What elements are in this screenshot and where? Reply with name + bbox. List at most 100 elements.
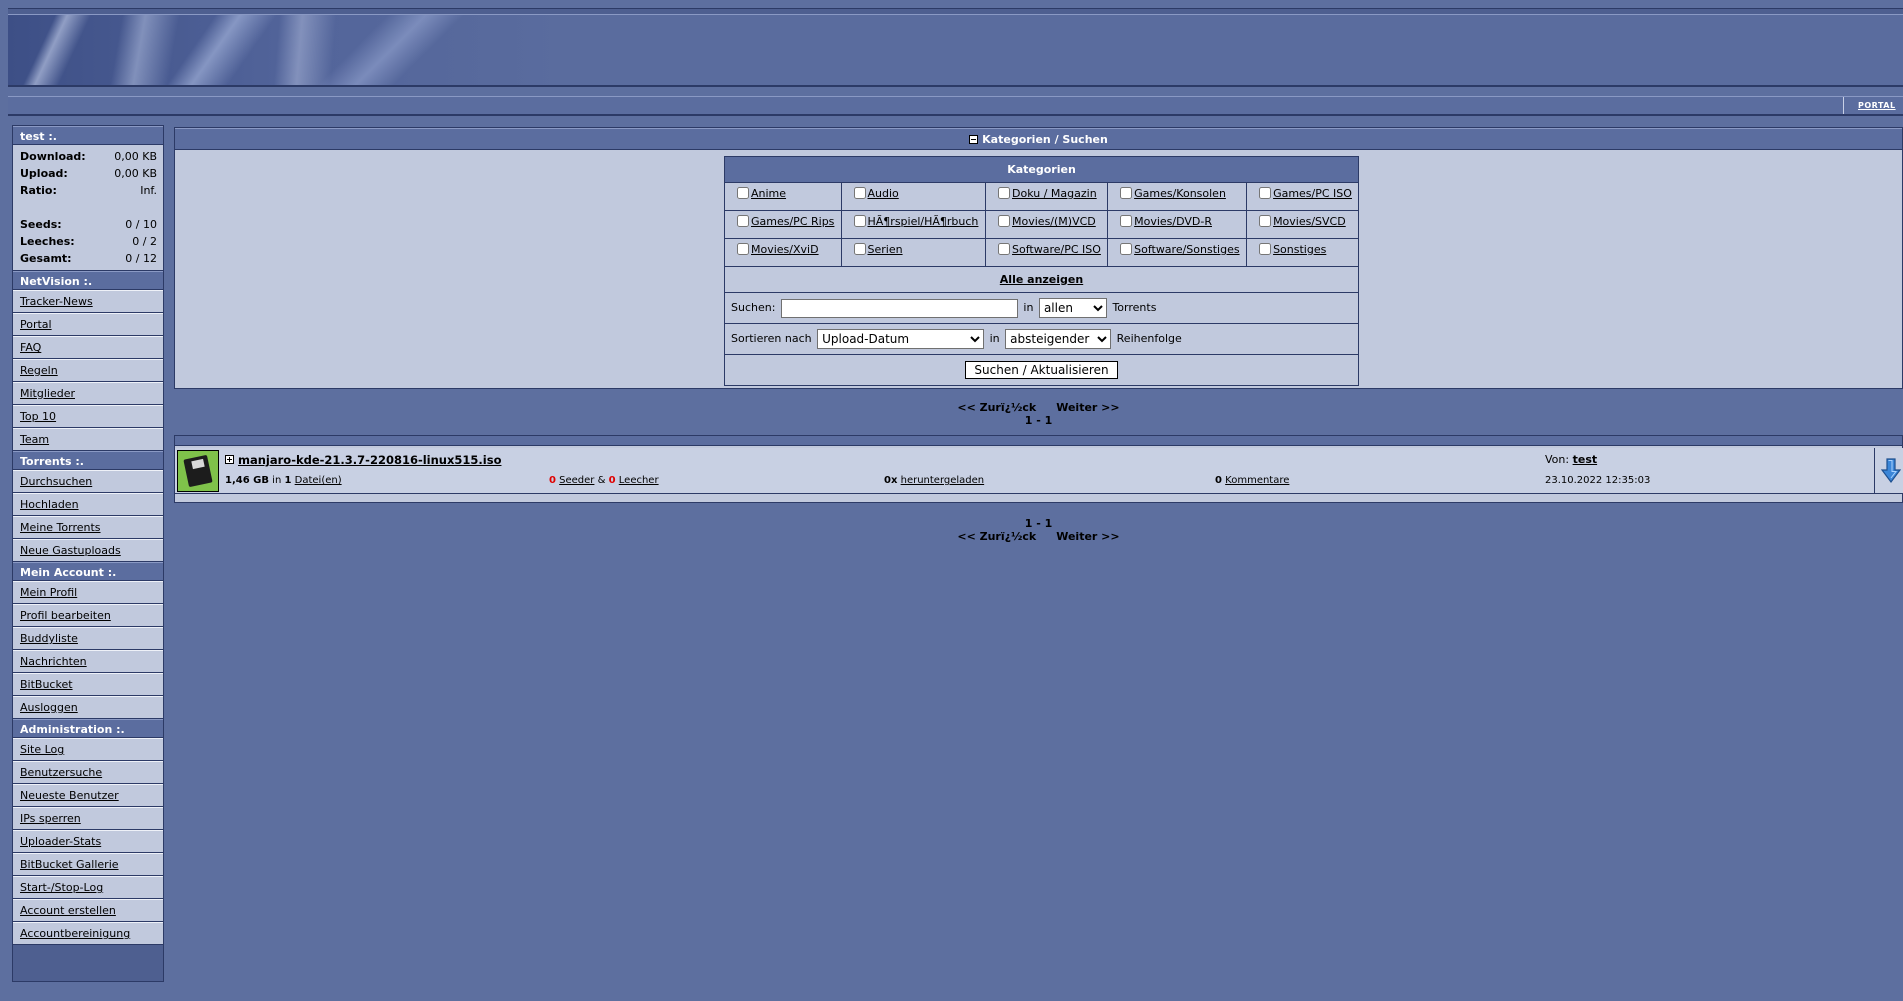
download-arrow-icon[interactable] — [1881, 458, 1901, 484]
sidebar-item-site-log[interactable]: Site Log — [13, 738, 163, 761]
category-checkbox[interactable] — [1120, 187, 1133, 199]
category-sonstiges[interactable]: Sonstiges — [1246, 238, 1359, 267]
category-checkbox[interactable] — [1259, 187, 1272, 199]
sidebar-item-rules[interactable]: Regeln — [13, 359, 163, 382]
category-checkbox[interactable] — [998, 215, 1011, 227]
category-hoerspiel[interactable]: HÃ¶rspiel/HÃ¶rbuch — [840, 210, 987, 239]
scope-select[interactable]: allen — [1038, 298, 1107, 318]
sidebar-item-messages[interactable]: Nachrichten — [13, 650, 163, 673]
expand-icon[interactable] — [225, 455, 234, 464]
category-software-pc-iso[interactable]: Software/PC ISO — [985, 238, 1109, 267]
search-input[interactable] — [780, 298, 1018, 318]
sidebar-item-team[interactable]: Team — [13, 428, 163, 451]
category-checkbox[interactable] — [853, 187, 866, 199]
category-checkbox[interactable] — [1259, 243, 1272, 255]
category-checkbox[interactable] — [1120, 215, 1133, 227]
sidebar-item-user-search[interactable]: Benutzersuche — [13, 761, 163, 784]
files-link[interactable]: Datei(en) — [295, 475, 342, 486]
category-movies-mvcd[interactable]: Movies/(M)VCD — [985, 210, 1109, 239]
stat-seeds: Seeds: 0 / 10 — [20, 218, 157, 231]
submit-row: Suchen / Aktualisieren — [724, 354, 1359, 386]
search-panel-header[interactable]: Kategorien / Suchen — [175, 128, 1902, 150]
sort-select[interactable]: Upload-Datum — [817, 329, 985, 349]
sidebar-item-faq[interactable]: FAQ — [13, 336, 163, 359]
stat-total: Gesamt: 0 / 12 — [20, 252, 157, 265]
sidebar-item-browse[interactable]: Durchsuchen — [13, 470, 163, 493]
sidebar-item-bitbucket-gallery[interactable]: BitBucket Gallerie — [13, 853, 163, 876]
collapse-icon[interactable] — [969, 135, 979, 144]
category-software-sonstiges[interactable]: Software/Sonstiges — [1107, 238, 1248, 267]
torrent-name-link[interactable]: manjaro-kde-21.3.7-220816-linux515.iso — [238, 453, 501, 467]
prev-page-link-bottom[interactable]: << Zurï¿½ck — [957, 530, 1036, 543]
sidebar-item-bitbucket[interactable]: BitBucket — [13, 673, 163, 696]
search-label: Suchen: — [731, 301, 776, 314]
category-movies-dvdr[interactable]: Movies/DVD-R — [1107, 210, 1248, 239]
in-label: in — [1023, 301, 1034, 314]
sort-label: Sortieren nach — [731, 332, 812, 345]
sidebar-item-buddylist[interactable]: Buddyliste — [13, 627, 163, 650]
category-games-konsolen[interactable]: Games/Konsolen — [1107, 182, 1248, 211]
category-games-pc-rips[interactable]: Games/PC Rips — [724, 210, 842, 239]
category-checkbox[interactable] — [737, 215, 749, 227]
sidebar-item-portal[interactable]: Portal — [13, 313, 163, 336]
category-movies-svcd[interactable]: Movies/SVCD — [1246, 210, 1359, 239]
torrent-size-info: 1,46 GB in 1 Datei(en) — [225, 475, 342, 486]
sidebar-item-top10[interactable]: Top 10 — [13, 405, 163, 428]
sidebar-item-logout[interactable]: Ausloggen — [13, 696, 163, 719]
category-checkbox[interactable] — [853, 215, 866, 227]
sidebar-item-account-cleanup[interactable]: Accountbereinigung — [13, 922, 163, 945]
category-doku[interactable]: Doku / Magazin — [985, 182, 1109, 211]
search-panel-title: Kategorien / Suchen — [982, 133, 1108, 146]
portal-tab[interactable]: PORTAL — [1843, 97, 1903, 114]
sidebar-item-guest-uploads[interactable]: Neue Gastuploads — [13, 539, 163, 562]
torrent-peers-info: 0 Seeder & 0 Leecher — [549, 475, 659, 486]
category-games-pc-iso[interactable]: Games/PC ISO — [1246, 182, 1359, 211]
prev-page-link[interactable]: << Zurï¿½ck — [957, 401, 1036, 414]
sidebar-item-my-torrents[interactable]: Meine Torrents — [13, 516, 163, 539]
category-checkbox[interactable] — [998, 243, 1011, 255]
top-nav-bar: PORTAL — [8, 96, 1903, 116]
category-serien[interactable]: Serien — [840, 238, 987, 267]
search-submit-button[interactable]: Suchen / Aktualisieren — [965, 361, 1118, 379]
category-checkbox[interactable] — [1120, 243, 1133, 255]
sidebar-netvision-title: NetVision :. — [13, 271, 163, 290]
seeder-link[interactable]: Seeder — [559, 475, 594, 486]
category-checkbox[interactable] — [998, 187, 1011, 199]
sort-row: Sortieren nach Upload-Datum in absteigen… — [724, 323, 1359, 355]
order-suffix: Reihenfolge — [1116, 332, 1182, 345]
category-checkbox[interactable] — [737, 187, 749, 199]
category-checkbox[interactable] — [853, 243, 866, 255]
uploader-link[interactable]: test — [1573, 453, 1598, 466]
category-anime[interactable]: Anime — [724, 182, 842, 211]
stat-ratio: Ratio: Inf. — [20, 184, 157, 197]
category-checkbox[interactable] — [737, 243, 749, 255]
sidebar-item-edit-profile[interactable]: Profil bearbeiten — [13, 604, 163, 627]
site-banner — [8, 14, 1903, 87]
sort-in-label: in — [989, 332, 1000, 345]
sidebar-item-profile[interactable]: Mein Profil — [13, 581, 163, 604]
category-checkbox[interactable] — [1259, 215, 1272, 227]
sidebar-item-uploader-stats[interactable]: Uploader-Stats — [13, 830, 163, 853]
category-movies-xvid[interactable]: Movies/XviD — [724, 238, 842, 267]
sidebar-item-ban-ips[interactable]: IPs sperren — [13, 807, 163, 830]
category-audio[interactable]: Audio — [840, 182, 987, 211]
torrents-label: Torrents — [1112, 301, 1157, 314]
downloaded-link[interactable]: heruntergeladen — [901, 475, 985, 486]
leecher-link[interactable]: Leecher — [619, 475, 659, 486]
show-all-link[interactable]: Alle anzeigen — [724, 266, 1359, 293]
categories-title: Kategorien — [724, 156, 1359, 183]
sidebar-item-start-stop-log[interactable]: Start-/Stop-Log — [13, 876, 163, 899]
sidebar-item-create-account[interactable]: Account erstellen — [13, 899, 163, 922]
pagination-bottom: 1 - 1 << Zurï¿½ck Weiter >> — [174, 517, 1903, 543]
sidebar-item-tracker-news[interactable]: Tracker-News — [13, 290, 163, 313]
sidebar-item-members[interactable]: Mitglieder — [13, 382, 163, 405]
comments-link[interactable]: Kommentare — [1225, 475, 1289, 486]
next-page-link[interactable]: Weiter >> — [1056, 401, 1119, 414]
stat-download: Download: 0,00 KB — [20, 150, 157, 163]
order-select[interactable]: absteigender — [1005, 329, 1112, 349]
next-page-link-bottom[interactable]: Weiter >> — [1056, 530, 1119, 543]
sidebar-item-newest-users[interactable]: Neueste Benutzer — [13, 784, 163, 807]
floppy-disk-icon[interactable] — [177, 450, 219, 492]
sidebar-item-upload[interactable]: Hochladen — [13, 493, 163, 516]
category-table: Kategorien Anime Audio Doku / Magazin Ga… — [724, 156, 1359, 386]
